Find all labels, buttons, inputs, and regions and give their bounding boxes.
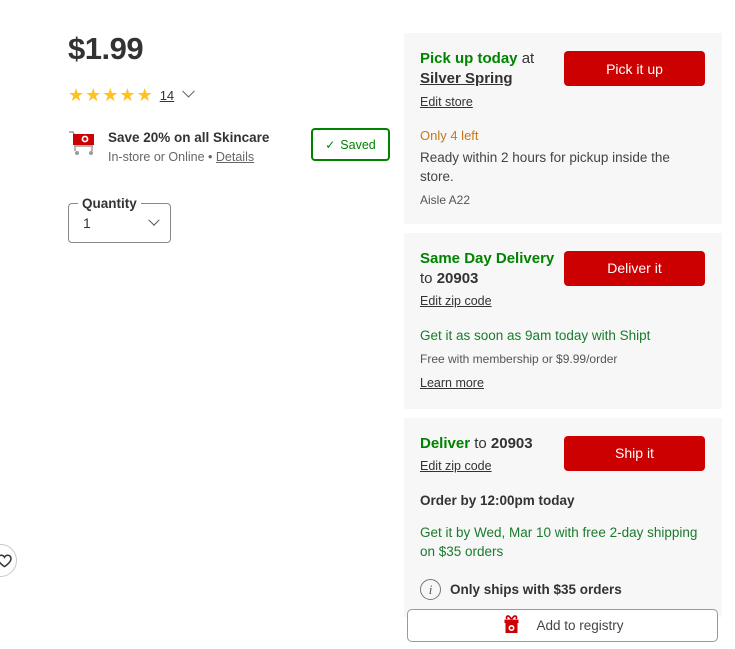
star-icon: ★	[85, 85, 102, 105]
pickup-readiness: Ready within 2 hours for pickup inside t…	[420, 149, 670, 184]
promotion-title: Save 20% on all Skincare	[108, 130, 270, 145]
edit-zip-code-link[interactable]: Edit zip code	[420, 294, 492, 308]
star-icon: ★	[68, 85, 85, 105]
fulfillment-column: Pick up today at Silver Spring Edit stor…	[404, 33, 722, 626]
shipping-connector: to	[470, 434, 491, 452]
check-icon: ✓	[325, 137, 336, 152]
shipping-eta: Get it by Wed, Mar 10 with free 2-day sh…	[420, 524, 698, 560]
promotion-subtitle: In-store or Online • Details	[108, 150, 269, 164]
promotion-channel: In-store or Online •	[108, 149, 216, 164]
shipping-method: Deliver	[420, 434, 471, 452]
deliver-it-button[interactable]: Deliver it	[564, 250, 705, 286]
aisle-location: Aisle A22	[420, 192, 471, 207]
fulfillment-card-shipping: Deliver to 20903 Edit zip code Ship it O…	[404, 417, 722, 618]
heart-icon	[0, 554, 12, 567]
delivery-fee: Free with membership or $9.99/order	[420, 352, 618, 367]
promotion-text: Save 20% on all Skincare In-store or Onl…	[108, 128, 269, 164]
pick-it-up-button[interactable]: Pick it up	[564, 51, 705, 86]
star-rating: ★ ★ ★ ★ ★	[68, 86, 153, 104]
pickup-store[interactable]: Silver Spring	[420, 70, 513, 87]
rating-row[interactable]: ★ ★ ★ ★ ★ 14	[68, 84, 388, 104]
fulfillment-card-same-day-delivery: Same Day Delivery to 20903 Edit zip code…	[404, 232, 722, 409]
chevron-down-icon[interactable]	[182, 84, 196, 98]
delivery-eta: Get it as soon as 9am today with Shipt	[420, 328, 651, 344]
info-icon: i	[420, 579, 441, 601]
quantity-stepper[interactable]: Quantity 1	[68, 196, 171, 243]
quantity-value: 1	[83, 215, 91, 231]
product-fulfillment-panel: $1.99 ★ ★ ★ ★ ★ 14 Save 20% on all Skinc…	[0, 0, 735, 649]
star-icon: ★	[136, 85, 153, 105]
delivery-method: Same Day Delivery	[420, 249, 555, 267]
fulfillment-card-pickup: Pick up today at Silver Spring Edit stor…	[404, 33, 722, 224]
card-header: Same Day Delivery to 20903 Edit zip code…	[420, 249, 705, 311]
shipping-minimum-text: Only ships with $35 orders	[450, 582, 622, 598]
favorite-button[interactable]	[0, 544, 17, 577]
learn-more-link[interactable]: Learn more	[420, 376, 484, 390]
shipping-minimum-note: i Only ships with $35 orders	[420, 579, 705, 601]
card-header: Pick up today at Silver Spring Edit stor…	[420, 49, 705, 111]
product-price: $1.99	[68, 31, 144, 66]
star-icon: ★	[102, 85, 119, 105]
saved-button-label: Saved	[340, 137, 376, 152]
delivery-zip: 20903	[436, 270, 479, 288]
add-to-registry-button[interactable]: Add to registry	[407, 609, 718, 642]
shipping-zip: 20903	[490, 434, 533, 452]
edit-zip-code-link[interactable]: Edit zip code	[420, 459, 492, 473]
gift-icon	[501, 614, 522, 638]
ship-it-button[interactable]: Ship it	[564, 435, 705, 471]
cart-icon	[68, 130, 98, 156]
delivery-connector: to	[420, 270, 437, 288]
card-header: Deliver to 20903 Edit zip code Ship it	[420, 434, 705, 475]
chevron-down-icon[interactable]	[148, 214, 160, 226]
add-to-registry-label: Add to registry	[536, 618, 624, 633]
pickup-method: Pick up today	[420, 50, 518, 67]
edit-store-link[interactable]: Edit store	[420, 95, 473, 109]
promotion-details-link[interactable]: Details	[216, 150, 254, 164]
rating-count[interactable]: 14	[160, 88, 174, 103]
pickup-connector: at	[517, 50, 535, 67]
saved-button[interactable]: ✓ Saved	[311, 128, 390, 161]
quantity-select[interactable]: 1	[69, 207, 170, 239]
quantity-label: Quantity	[82, 196, 137, 211]
delivery-heading: Same Day Delivery to 20903 Edit zip code	[420, 249, 564, 311]
pickup-heading: Pick up today at Silver Spring Edit stor…	[420, 49, 564, 111]
stock-warning: Only 4 left	[420, 127, 479, 143]
star-icon: ★	[119, 85, 136, 105]
order-by-deadline: Order by 12:00pm today	[420, 492, 575, 508]
shipping-heading: Deliver to 20903 Edit zip code	[420, 434, 533, 475]
